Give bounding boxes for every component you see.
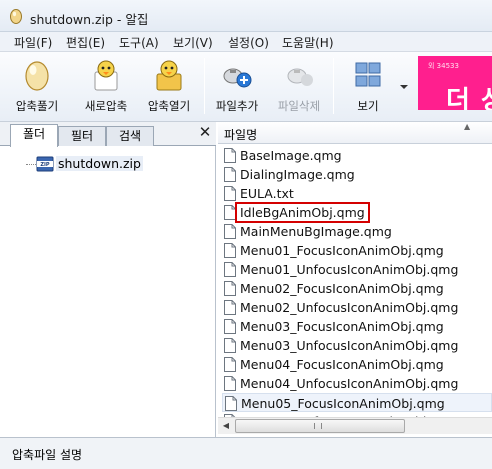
file-row[interactable]: Menu01_FocusIconAnimObj.qmg xyxy=(222,241,492,260)
tree-connector xyxy=(26,164,36,165)
archive-description-bar: 압축파일 설명 xyxy=(0,437,492,469)
ad-small-text: 외 34533 xyxy=(428,62,459,70)
ad-headline: 더 상 xyxy=(446,86,492,110)
delete-file-icon xyxy=(287,68,313,86)
file-row[interactable]: Menu03_FocusIconAnimObj.qmg xyxy=(222,317,492,336)
file-name: Menu05_FocusIconAnimObj.qmg xyxy=(241,396,445,411)
scroll-left-icon[interactable]: ◀ xyxy=(218,418,234,434)
file-name: IdleBgAnimObj.qmg xyxy=(235,202,370,223)
open-archive-button[interactable]: 압축열기 xyxy=(138,52,200,120)
menu-settings[interactable]: 설정(O) xyxy=(226,34,271,51)
document-icon xyxy=(224,376,236,391)
file-name: Menu03_FocusIconAnimObj.qmg xyxy=(240,319,444,334)
file-row[interactable]: Menu01_UnfocusIconAnimObj.qmg xyxy=(222,260,492,279)
egg-icon xyxy=(25,61,49,91)
file-list: BaseImage.qmg DialingImage.qmg EULA.txt Idl… xyxy=(218,144,492,418)
file-name: MainMenuBgImage.qmg xyxy=(240,224,392,239)
file-name: DialingImage.qmg xyxy=(240,167,355,182)
file-name: Menu04_UnfocusIconAnimObj.qmg xyxy=(240,376,459,391)
file-name: BaseImage.qmg xyxy=(240,148,342,163)
archive-description-label: 압축파일 설명 xyxy=(12,448,83,462)
tree-item-label: shutdown.zip xyxy=(56,156,143,171)
file-row[interactable]: MainMenuBgImage.qmg xyxy=(222,222,492,241)
file-name: Menu02_UnfocusIconAnimObj.qmg xyxy=(240,300,459,315)
new-archive-button[interactable]: 새로압축 xyxy=(76,52,136,120)
new-archive-label: 새로압축 xyxy=(84,99,128,113)
file-row[interactable]: Menu03_UnfocusIconAnimObj.qmg xyxy=(222,336,492,355)
menu-bar: 파일(F) 편집(E) 도구(A) 보기(V) 설정(O) 도움말(H) xyxy=(0,32,492,52)
scrollbar-thumb[interactable] xyxy=(235,419,405,433)
close-icon[interactable]: ✕ xyxy=(198,124,212,140)
delete-file-label: 파일삭제 xyxy=(277,99,321,113)
document-icon xyxy=(224,357,236,372)
add-file-icon xyxy=(223,68,252,88)
add-file-button[interactable]: 파일추가 xyxy=(208,52,266,120)
svg-text:ZIP: ZIP xyxy=(40,162,49,168)
extract-label: 압축풀기 xyxy=(15,99,59,113)
document-icon xyxy=(224,148,236,163)
file-row[interactable]: EULA.txt xyxy=(222,184,492,203)
document-icon xyxy=(224,319,236,334)
tab-search[interactable]: 검색 xyxy=(106,126,154,146)
ad-banner[interactable]: 외 34533 더 상 xyxy=(418,56,492,110)
document-icon xyxy=(224,338,236,353)
file-name: Menu01_FocusIconAnimObj.qmg xyxy=(240,243,444,258)
file-row[interactable]: IdleBgAnimObj.qmg xyxy=(222,202,492,223)
pane-tabs: 폴더 필터 검색 ✕ xyxy=(0,122,216,147)
file-list-pane: 파일명 ▲ BaseImage.qmg DialingImage.qmg EULA.… xyxy=(218,122,492,437)
toolbar-separator xyxy=(204,58,205,114)
document-icon xyxy=(224,205,236,220)
tab-filter[interactable]: 필터 xyxy=(58,126,106,146)
file-name: Menu03_UnfocusIconAnimObj.qmg xyxy=(240,338,459,353)
toolbar: 압축풀기 새로압축 압축열기 파일추가 파일삭제 보기 외 34533 더 xyxy=(0,52,492,122)
scrollbar-grip xyxy=(314,423,322,429)
chevron-down-icon[interactable] xyxy=(397,82,411,92)
file-name: Menu01_UnfocusIconAnimObj.qmg xyxy=(240,262,459,277)
file-row[interactable]: Menu04_UnfocusIconAnimObj.qmg xyxy=(222,374,492,393)
file-name: EULA.txt xyxy=(240,186,294,201)
document-icon xyxy=(224,167,236,182)
toolbar-separator xyxy=(333,58,334,114)
view-label: 보기 xyxy=(357,99,379,113)
delete-file-button[interactable]: 파일삭제 xyxy=(270,52,328,120)
file-name: Menu02_FocusIconAnimObj.qmg xyxy=(240,281,444,296)
menu-tools[interactable]: 도구(A) xyxy=(117,34,161,51)
file-row[interactable]: Menu02_FocusIconAnimObj.qmg xyxy=(222,279,492,298)
penguin-icon xyxy=(94,60,118,91)
file-row[interactable]: DialingImage.qmg xyxy=(222,165,492,184)
document-icon xyxy=(224,300,236,315)
file-row[interactable]: Menu02_UnfocusIconAnimObj.qmg xyxy=(222,298,492,317)
add-file-label: 파일추가 xyxy=(215,99,259,113)
file-row[interactable]: BaseImage.qmg xyxy=(222,146,492,165)
file-row[interactable]: Menu04_FocusIconAnimObj.qmg xyxy=(222,355,492,374)
column-header-filename[interactable]: 파일명 ▲ xyxy=(218,122,492,144)
horizontal-scrollbar[interactable]: ◀ xyxy=(218,417,492,434)
alzip-app-icon xyxy=(10,9,22,24)
left-pane: 폴더 필터 검색 ✕ ZIP shutdown.zip xyxy=(0,122,216,437)
open-archive-label: 압축열기 xyxy=(147,99,191,113)
menu-edit[interactable]: 편집(E) xyxy=(64,34,107,51)
document-icon xyxy=(224,243,236,258)
title-bar: shutdown.zip - 알집 xyxy=(0,0,492,32)
tab-folder[interactable]: 폴더 xyxy=(10,124,58,147)
sort-ascending-icon: ▲ xyxy=(464,122,471,131)
document-icon xyxy=(225,396,237,411)
document-icon xyxy=(224,262,236,277)
penguin-folder-icon xyxy=(156,60,182,91)
column-header-label: 파일명 xyxy=(224,128,258,142)
menu-file[interactable]: 파일(F) xyxy=(12,34,54,51)
file-name: Menu04_FocusIconAnimObj.qmg xyxy=(240,357,444,372)
grid-view-icon xyxy=(355,62,381,87)
zip-file-icon: ZIP xyxy=(36,156,54,172)
menu-view[interactable]: 보기(V) xyxy=(171,34,215,51)
window-title: shutdown.zip - 알집 xyxy=(30,12,149,27)
document-icon xyxy=(224,186,236,201)
document-icon xyxy=(224,224,236,239)
document-icon xyxy=(224,281,236,296)
view-button[interactable]: 보기 xyxy=(340,52,396,120)
menu-help[interactable]: 도움말(H) xyxy=(280,34,336,51)
extract-button[interactable]: 압축풀기 xyxy=(6,52,68,120)
file-row[interactable]: Menu05_FocusIconAnimObj.qmg xyxy=(222,393,492,412)
